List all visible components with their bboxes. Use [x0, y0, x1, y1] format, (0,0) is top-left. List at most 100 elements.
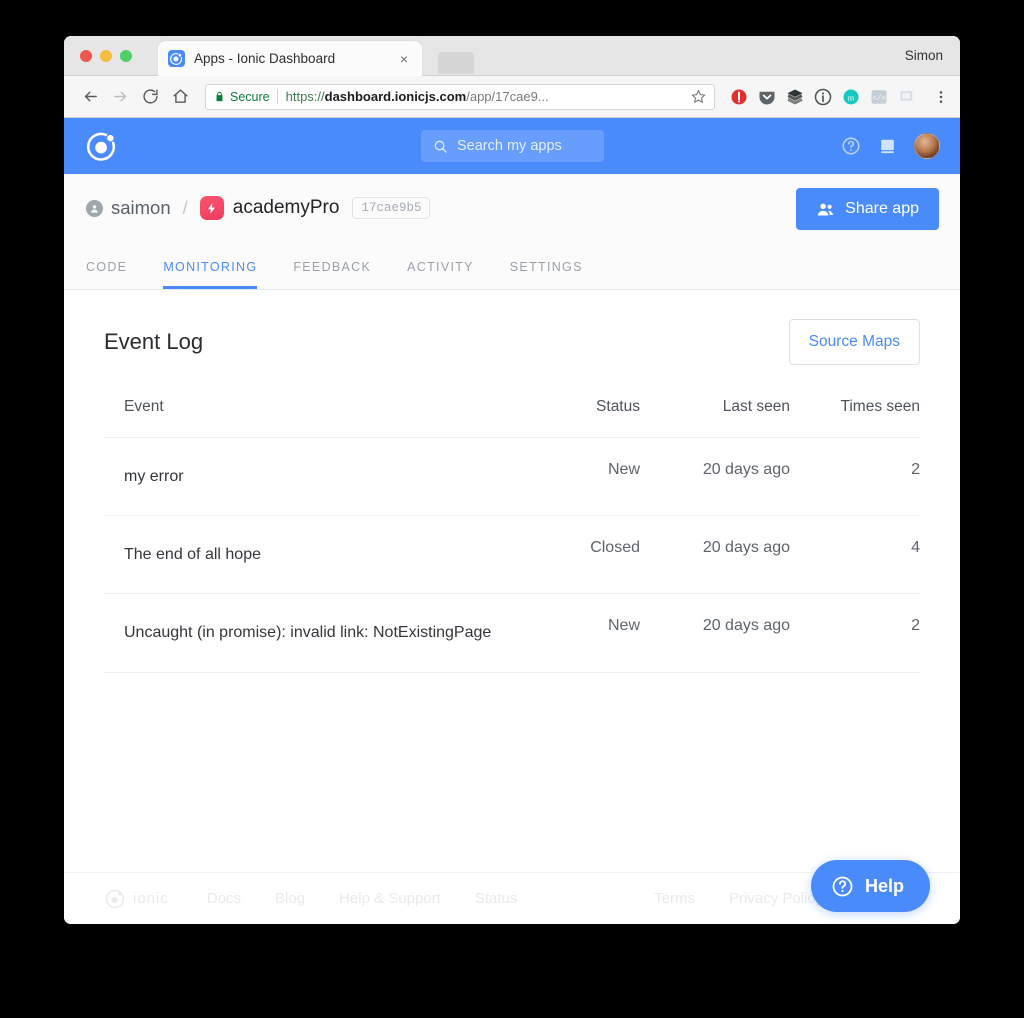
cell-status: New: [520, 437, 640, 517]
app-header-actions: [841, 118, 940, 174]
help-button-label: Help: [864, 875, 904, 896]
breadcrumb-app-name[interactable]: academyPro: [233, 197, 340, 219]
lock-icon: [214, 90, 225, 103]
avatar[interactable]: [914, 133, 940, 159]
tab-monitoring[interactable]: MONITORING: [163, 260, 258, 289]
page-title: Event Log: [104, 329, 204, 354]
table-row[interactable]: my error New 20 days ago 2: [104, 437, 920, 517]
help-button[interactable]: Help: [810, 860, 930, 912]
cell-event: my error: [104, 437, 520, 517]
bookmark-star-icon[interactable]: [691, 89, 706, 104]
home-icon[interactable]: [165, 82, 195, 112]
app-subheader: saimon / academyPro 17cae9b5 Share app C…: [64, 174, 960, 290]
user-circle-icon: [86, 199, 103, 217]
main-content: Event Log Source Maps Event Status Last …: [64, 290, 960, 673]
maximize-window-button[interactable]: [120, 50, 132, 62]
share-app-button[interactable]: Share app: [796, 188, 939, 230]
browser-titlebar: Apps - Ionic Dashboard × Simon: [64, 36, 960, 76]
app-tab-nav: CODE MONITORING FEEDBACK ACTIVITY SETTIN…: [86, 245, 619, 289]
table-row[interactable]: Uncaught (in promise): invalid link: Not…: [104, 593, 920, 673]
breadcrumb-user[interactable]: saimon: [111, 197, 171, 219]
url-text: https://dashboard.ionicjs.com/app/17cae9…: [286, 89, 549, 104]
reload-icon[interactable]: [135, 82, 165, 112]
cell-times-seen: 2: [790, 593, 920, 673]
adblock-extension-icon[interactable]: [729, 87, 748, 106]
buffer-extension-icon[interactable]: [785, 87, 804, 106]
url-scheme: https://: [285, 89, 325, 104]
momentum-extension-icon[interactable]: m: [841, 87, 860, 106]
footer-link-blog[interactable]: Blog: [275, 890, 305, 907]
cell-last-seen: 20 days ago: [640, 515, 790, 595]
close-icon[interactable]: ×: [396, 51, 412, 67]
search-placeholder: Search my apps: [457, 138, 562, 154]
close-window-button[interactable]: [80, 50, 92, 62]
url-host: dashboard.ionicjs.com: [324, 89, 467, 104]
omnibox-divider: [276, 89, 278, 104]
ionic-logo-icon[interactable]: [86, 130, 118, 162]
minimize-window-button[interactable]: [100, 50, 112, 62]
ionic-dashboard-app: Search my apps saimon / academyPro 17cae…: [64, 118, 960, 924]
browser-tab-title: Apps - Ionic Dashboard: [194, 51, 336, 66]
cell-last-seen: 20 days ago: [640, 593, 790, 673]
pocket-extension-icon[interactable]: [757, 87, 776, 106]
help-circle-icon[interactable]: [841, 136, 861, 156]
footer-link-terms[interactable]: Terms: [654, 890, 695, 907]
url-path: /app/17cae9...: [466, 89, 549, 104]
column-header-times-seen: Times seen: [790, 398, 920, 438]
ionic-logo-icon: [168, 50, 185, 67]
cell-status: New: [520, 593, 640, 673]
breadcrumb-separator: /: [182, 197, 188, 218]
ionic-logo-icon: [105, 889, 125, 908]
column-header-event: Event: [104, 398, 520, 438]
secure-label: Secure: [230, 89, 270, 104]
browser-profile-name[interactable]: Simon: [905, 48, 943, 63]
cell-last-seen: 20 days ago: [640, 437, 790, 517]
column-header-last-seen: Last seen: [640, 398, 790, 438]
extension-toolbar: m </>: [729, 87, 949, 106]
book-icon[interactable]: [878, 137, 897, 156]
screenshot-extension-icon[interactable]: [897, 87, 916, 106]
tab-activity[interactable]: ACTIVITY: [407, 260, 474, 289]
share-app-label: Share app: [845, 200, 919, 217]
tab-settings[interactable]: SETTINGS: [510, 260, 583, 289]
content-header: Event Log Source Maps: [104, 290, 920, 365]
breadcrumb: saimon / academyPro 17cae9b5: [86, 196, 431, 220]
footer-link-help-support[interactable]: Help & Support: [339, 890, 441, 907]
browser-tab[interactable]: Apps - Ionic Dashboard ×: [158, 41, 422, 76]
cell-event: The end of all hope: [104, 515, 520, 595]
app-id-badge: 17cae9b5: [352, 197, 431, 219]
forward-arrow-icon: [105, 82, 135, 112]
new-tab-button[interactable]: [438, 52, 474, 74]
browser-toolbar: Secure https://dashboard.ionicjs.com/app…: [64, 76, 960, 118]
svg-text:m: m: [847, 93, 854, 102]
tab-feedback[interactable]: FEEDBACK: [293, 260, 371, 289]
app-header: Search my apps: [64, 118, 960, 174]
question-circle-icon: [831, 875, 854, 898]
footer-wordmark: ionic: [133, 890, 169, 907]
column-header-status: Status: [520, 398, 640, 438]
event-log-table: Event Status Last seen Times seen my err…: [104, 398, 920, 673]
footer-link-status[interactable]: Status: [475, 890, 518, 907]
cell-times-seen: 2: [790, 437, 920, 517]
cell-status: Closed: [520, 515, 640, 595]
url-bar[interactable]: Secure https://dashboard.ionicjs.com/app…: [205, 83, 715, 110]
cell-event: Uncaught (in promise): invalid link: Not…: [104, 593, 520, 673]
svg-text:</>: </>: [872, 95, 886, 103]
table-body: my error New 20 days ago 2 The end of al…: [104, 437, 920, 673]
browser-window: Apps - Ionic Dashboard × Simon Secure ht…: [64, 36, 960, 924]
source-maps-button[interactable]: Source Maps: [788, 319, 920, 365]
footer-link-privacy-policy[interactable]: Privacy Policy: [729, 890, 822, 907]
search-input[interactable]: Search my apps: [421, 130, 604, 162]
back-arrow-icon[interactable]: [75, 82, 105, 112]
lightning-bolt-icon: [199, 196, 224, 220]
tab-code[interactable]: CODE: [86, 260, 127, 289]
search-icon: [433, 139, 448, 154]
table-header: Event Status Last seen Times seen: [104, 398, 920, 438]
code-extension-icon[interactable]: </>: [869, 87, 888, 106]
table-row[interactable]: The end of all hope Closed 20 days ago 4: [104, 515, 920, 595]
footer-logo[interactable]: ionic: [104, 888, 169, 910]
window-controls: [80, 50, 132, 62]
browser-menu-icon[interactable]: [933, 89, 949, 105]
info-extension-icon[interactable]: [813, 87, 832, 106]
footer-link-docs[interactable]: Docs: [207, 890, 241, 907]
